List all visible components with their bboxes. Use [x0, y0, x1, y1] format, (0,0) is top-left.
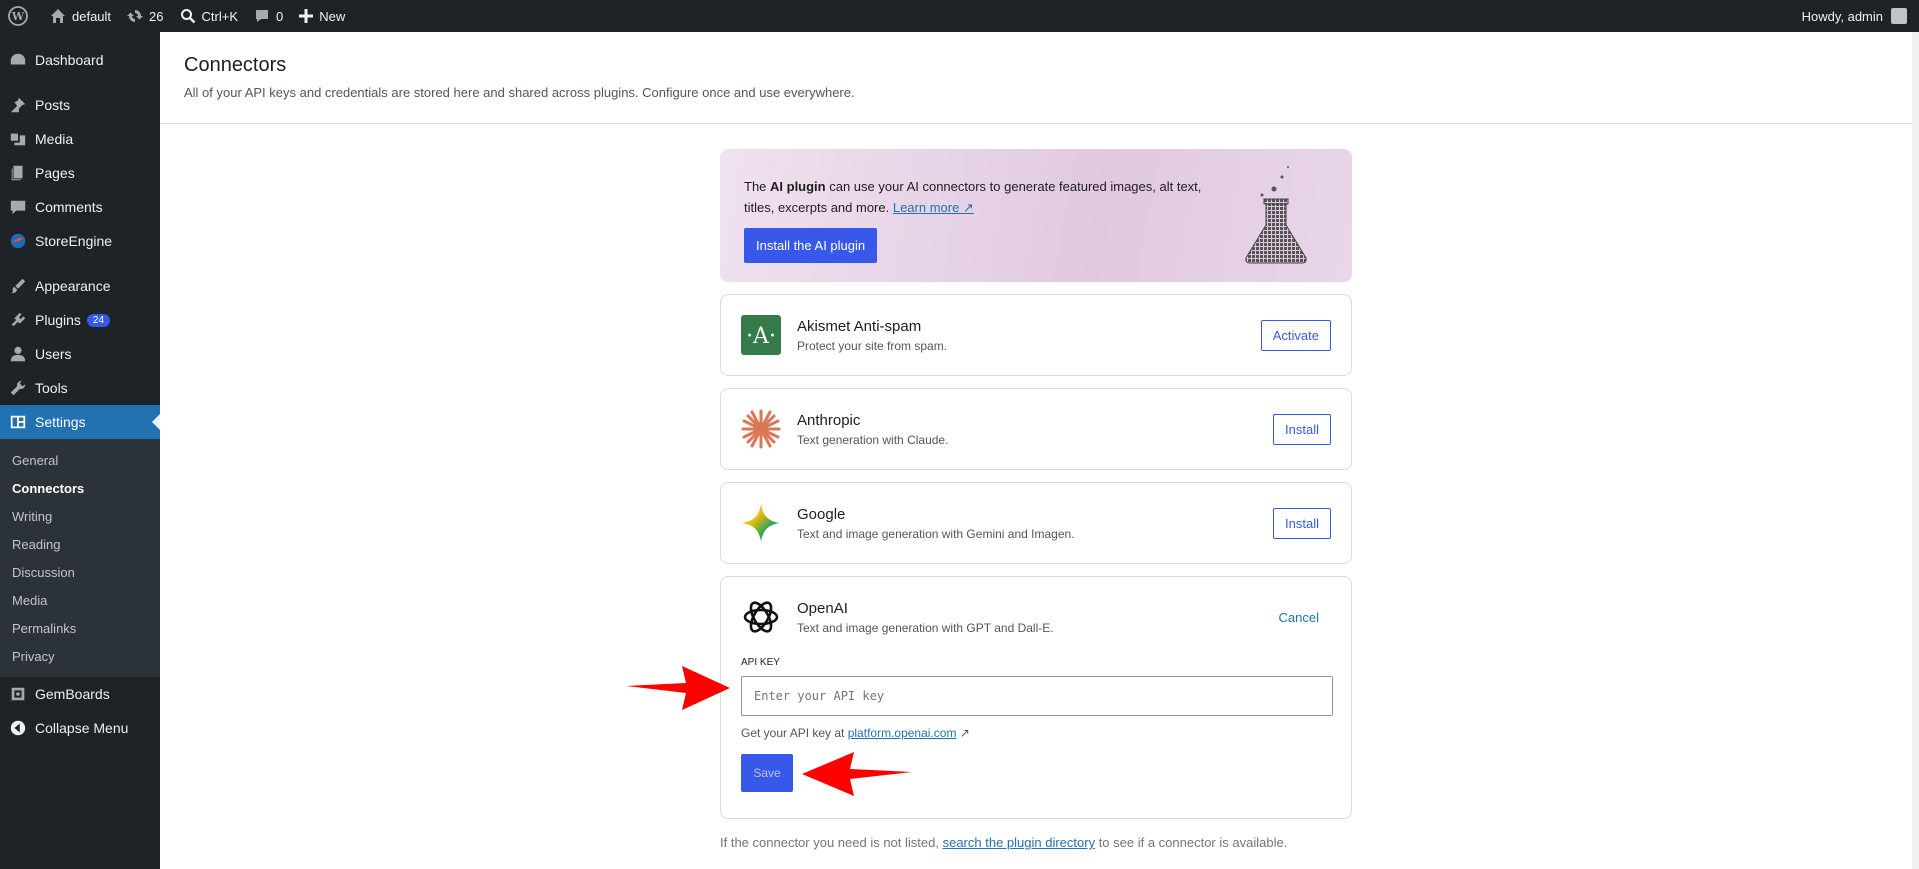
collapse-icon: [10, 720, 26, 736]
updates-link[interactable]: 26: [119, 0, 171, 32]
banner-text: The AI plugin can use your AI connectors…: [744, 179, 1202, 215]
annotation-arrow-left: [802, 752, 912, 796]
sidebar-item-users[interactable]: Users: [0, 337, 160, 371]
sidebar-item-posts[interactable]: Posts: [0, 88, 160, 122]
connector-card-google: Google Text and image generation with Ge…: [720, 482, 1352, 564]
gemini-logo-icon: [741, 503, 781, 543]
plugin-directory-link[interactable]: search the plugin directory: [943, 835, 1095, 850]
submenu-item-media[interactable]: Media: [0, 586, 160, 614]
new-label: New: [319, 8, 346, 24]
ai-plugin-banner: The AI plugin can use your AI connectors…: [720, 149, 1352, 282]
gemboards-icon: [11, 687, 25, 701]
sidebar-item-media[interactable]: Media: [0, 122, 160, 156]
home-icon: [51, 9, 65, 23]
submenu-item-discussion[interactable]: Discussion: [0, 558, 160, 586]
anthropic-logo-icon: [741, 409, 781, 449]
page-description: All of your API keys and credentials are…: [184, 85, 855, 100]
save-button[interactable]: Save: [741, 754, 793, 792]
comments-count: 0: [276, 8, 284, 24]
settings-submenu: General Connectors Writing Reading Discu…: [0, 439, 160, 677]
brush-icon: [11, 278, 26, 294]
sidebar-item-dashboard[interactable]: Dashboard: [0, 43, 160, 77]
connectors-column: The AI plugin can use your AI connectors…: [720, 149, 1352, 850]
sidebar-item-pages[interactable]: Pages: [0, 156, 160, 190]
my-account-link[interactable]: Howdy, admin: [1794, 0, 1919, 32]
sidebar-item-plugins[interactable]: Plugins 24: [0, 303, 160, 337]
wordpress-icon: W: [8, 6, 28, 26]
pages-icon: [11, 165, 23, 181]
connector-name: OpenAI: [797, 599, 848, 617]
submenu-item-connectors[interactable]: Connectors: [0, 474, 160, 502]
sidebar-item-gemboards[interactable]: GemBoards: [0, 677, 160, 711]
svg-text:·A·: ·A·: [746, 324, 776, 349]
comments-link[interactable]: 0: [246, 0, 291, 32]
sidebar-item-appearance[interactable]: Appearance: [0, 269, 160, 303]
install-ai-plugin-button[interactable]: Install the AI plugin: [744, 228, 878, 263]
akismet-logo-icon: ·A·: [741, 315, 781, 355]
search-icon: [180, 9, 195, 24]
svg-text:W: W: [11, 10, 25, 23]
dashboard-icon: [10, 53, 26, 65]
connector-name: Anthropic: [797, 411, 861, 429]
new-content-link[interactable]: New: [291, 0, 353, 32]
api-key-input[interactable]: [741, 676, 1333, 716]
submenu-item-general[interactable]: General: [0, 446, 160, 474]
search-shortcut: Ctrl+K: [201, 8, 238, 24]
submenu-item-reading[interactable]: Reading: [0, 530, 160, 558]
connector-card-akismet: ·A· Akismet Anti-spam Protect your site …: [720, 294, 1352, 376]
sidebar-item-comments[interactable]: Comments: [0, 190, 160, 224]
admin-bar: W default 26 Ctrl+K 0 New Howdy, admin: [0, 0, 1919, 32]
updates-count: 26: [149, 8, 164, 24]
activate-akismet-button[interactable]: Activate: [1260, 319, 1331, 351]
annotation-arrow-right: [626, 666, 730, 710]
avatar: [1891, 8, 1907, 24]
sidebar-item-settings[interactable]: Settings: [0, 405, 160, 439]
sidebar-item-storeengine[interactable]: StoreEngine: [0, 224, 160, 258]
wp-logo-button[interactable]: W: [0, 0, 42, 32]
pin-icon: [10, 97, 26, 113]
flask-icon: [1245, 166, 1307, 264]
settings-icon: [10, 415, 26, 429]
submenu-item-writing[interactable]: Writing: [0, 502, 160, 530]
comment-icon: [256, 10, 268, 22]
site-name: default: [72, 8, 112, 24]
openai-platform-link[interactable]: platform.openai.com: [848, 726, 957, 740]
wrench-icon: [10, 380, 26, 396]
openai-logo-icon: [741, 597, 781, 637]
sidebar-item-tools[interactable]: Tools: [0, 371, 160, 405]
cancel-button[interactable]: Cancel: [1279, 610, 1319, 625]
install-anthropic-button[interactable]: Install: [1273, 413, 1331, 445]
comment-icon: [10, 200, 26, 215]
collapse-menu-button[interactable]: Collapse Menu: [0, 711, 160, 745]
connector-description: Text and image generation with GPT and D…: [797, 620, 1054, 635]
site-name-link[interactable]: default: [42, 0, 119, 32]
admin-sidebar: Dashboard Posts Media Pages Comments Sto…: [0, 32, 160, 869]
plugins-update-badge: 24: [86, 313, 111, 327]
media-icon: [10, 133, 26, 146]
connector-name: Akismet Anti-spam: [797, 317, 922, 335]
connector-description: Protect your site from spam.: [797, 338, 948, 353]
plus-icon: [299, 9, 314, 23]
plugin-icon: [11, 312, 26, 327]
submenu-item-privacy[interactable]: Privacy: [0, 642, 160, 670]
connector-name: Google: [797, 505, 846, 523]
command-palette-button[interactable]: Ctrl+K: [172, 0, 246, 32]
footer-note: If the connector you need is not listed,…: [720, 835, 1288, 850]
connector-card-anthropic: Anthropic Text generation with Claude. I…: [720, 388, 1352, 470]
storeengine-icon: [10, 233, 26, 249]
page-header: Connectors All of your API keys and cred…: [160, 32, 1912, 124]
page-title: Connectors: [184, 54, 287, 76]
learn-more-link[interactable]: Learn more ↗: [893, 200, 974, 215]
greeting: Howdy, admin: [1801, 8, 1883, 24]
install-google-button[interactable]: Install: [1273, 507, 1331, 539]
updates-icon: [127, 10, 144, 22]
api-key-help: Get your API key at platform.openai.com …: [741, 726, 970, 740]
api-key-label: API KEY: [741, 657, 780, 668]
submenu-item-permalinks[interactable]: Permalinks: [0, 614, 160, 642]
main-content: Connectors All of your API keys and cred…: [160, 32, 1912, 869]
connector-description: Text and image generation with Gemini an…: [797, 526, 1075, 541]
connector-description: Text generation with Claude.: [797, 432, 949, 447]
user-icon: [10, 346, 26, 362]
